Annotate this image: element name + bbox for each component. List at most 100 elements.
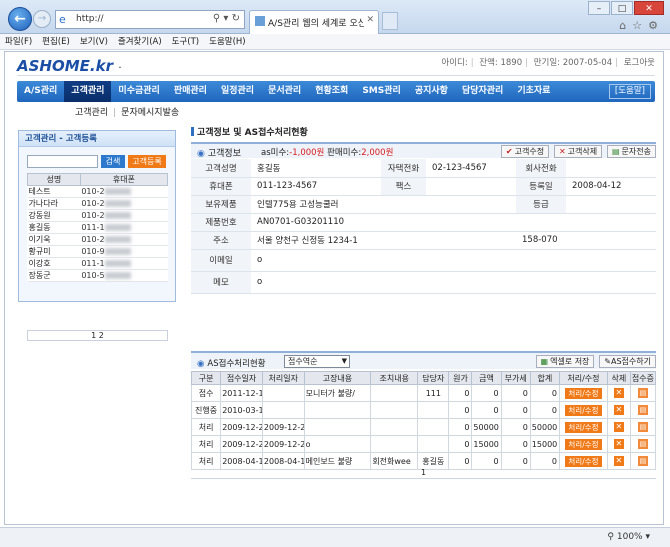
nav-customers[interactable]: 고객관리 xyxy=(64,81,112,102)
back-arrow-icon[interactable]: ← xyxy=(8,7,32,31)
table-row[interactable]: 처리 2009-12-29 2009-12-29 o 0 15000 0 150… xyxy=(190,435,657,453)
tab-close-icon[interactable]: ✕ xyxy=(366,15,374,25)
customer-name[interactable]: 홍길동 xyxy=(27,221,81,234)
excel-export-button[interactable]: ▦ 엑셀로 저장 xyxy=(535,355,595,368)
process-edit-button[interactable]: 처리/수정 xyxy=(565,387,602,399)
customer-name[interactable]: 황규미 xyxy=(27,245,81,258)
logout-link[interactable]: 로그아웃 xyxy=(624,58,655,68)
table-row[interactable]: 테스트 010-2 xyxy=(27,185,168,198)
as-receive-button[interactable]: ✎AS접수하기 xyxy=(599,355,656,368)
menu-tools[interactable]: 도구(T) xyxy=(167,34,204,50)
customer-search-input[interactable] xyxy=(27,155,98,168)
close-icon[interactable]: ✕ xyxy=(634,1,664,15)
product-label: 보유제품 xyxy=(191,195,251,214)
table-row[interactable]: 접수 2011-12-19 모니터가 불량/ 111 0 0 0 0 처리/수정… xyxy=(190,384,657,402)
customer-phone: 011-1 xyxy=(80,221,168,234)
nav-as[interactable]: A/S관리 xyxy=(17,81,64,102)
table-row[interactable]: 가나다라 010-2 xyxy=(27,197,168,210)
nav-sales[interactable]: 판매관리 xyxy=(167,81,214,102)
table-row[interactable]: 이강호 011-1 xyxy=(27,257,168,270)
delete-x-icon[interactable]: ✕ xyxy=(613,456,624,466)
nav-schedule[interactable]: 일정관리 xyxy=(214,81,261,102)
send-sms-button[interactable]: ▤ 문자전송 xyxy=(606,145,656,158)
row-type: 진행중 xyxy=(190,401,222,419)
print-receipt-icon[interactable]: ▤ xyxy=(637,405,648,415)
customer-name[interactable]: 강동원 xyxy=(27,209,81,222)
nav-base-data[interactable]: 기초자료 xyxy=(510,81,557,102)
process-edit-button[interactable]: 처리/수정 xyxy=(565,404,602,416)
search-refresh-icon[interactable]: ⚲ ▾ ↻ xyxy=(213,13,240,24)
forward-arrow-icon[interactable]: → xyxy=(33,10,51,28)
print-receipt-icon[interactable]: ▤ xyxy=(637,388,648,398)
sort-select[interactable]: 접수역순 ▼ xyxy=(284,355,350,368)
menu-favorites[interactable]: 즐겨찾기(A) xyxy=(113,34,167,50)
minimize-icon[interactable]: – xyxy=(588,1,610,15)
name-value: 홍길동 xyxy=(251,159,381,178)
zoom-level[interactable]: ⚲ 100% ▾ xyxy=(607,532,650,542)
as-pager[interactable]: 1 xyxy=(191,468,656,479)
delete-customer-button[interactable]: ✕ 고객삭제 xyxy=(553,145,603,158)
customer-pager[interactable]: 1 2 xyxy=(27,330,168,341)
print-receipt-icon[interactable]: ▤ xyxy=(637,422,648,432)
table-row[interactable]: 홍길동 011-1 xyxy=(27,221,168,234)
browser-tab[interactable]: A/S관리 웹의 세계로 오신 ... ✕ xyxy=(249,10,379,34)
section-title: 고객정보 및 AS접수처리현황 xyxy=(191,125,308,138)
row-cost: 0 xyxy=(448,452,473,470)
col-done-date: 처리일자 xyxy=(261,371,305,385)
col-cost: 원가 xyxy=(448,371,473,385)
menu-view[interactable]: 보기(V) xyxy=(75,34,113,50)
home-star-gear-icons[interactable]: ⌂☆⚙ xyxy=(619,19,664,32)
print-receipt-icon[interactable]: ▤ xyxy=(637,439,648,449)
maximize-icon[interactable]: □ xyxy=(611,1,633,15)
subnav-sms-send[interactable]: 문자메시지발송 xyxy=(121,108,179,118)
table-row[interactable]: 진행중 2010-03-16 0 0 0 0 처리/수정 ✕ ▤ xyxy=(190,401,657,419)
edit-customer-button[interactable]: ✔ 고객수정 xyxy=(500,145,550,158)
nav-staff[interactable]: 담당자관리 xyxy=(455,81,510,102)
process-edit-button[interactable]: 처리/수정 xyxy=(565,421,602,433)
customer-name[interactable]: 이강호 xyxy=(27,257,81,270)
menu-help[interactable]: 도움말(H) xyxy=(204,34,250,50)
nav-status[interactable]: 현황조회 xyxy=(308,81,355,102)
table-row[interactable]: 이기욱 010-2 xyxy=(27,233,168,246)
customer-name[interactable]: 테스트 xyxy=(27,185,81,198)
nav-sms[interactable]: SMS관리 xyxy=(355,81,407,102)
process-edit-button[interactable]: 처리/수정 xyxy=(565,438,602,450)
table-row[interactable]: 처리 2009-12-29 2009-12-29 0 50000 0 50000… xyxy=(190,418,657,436)
customer-phone: 010-9 xyxy=(80,245,168,258)
table-row[interactable]: 처리 2008-04-12 2008-04-12 메인보드 불량 회전화wee … xyxy=(190,452,657,470)
delete-x-icon[interactable]: ✕ xyxy=(613,439,624,449)
col-amount: 금액 xyxy=(471,371,502,385)
delete-x-icon[interactable]: ✕ xyxy=(613,422,624,432)
mobile-label: 휴대폰 xyxy=(191,177,251,196)
table-row[interactable]: 장동군 010-5 xyxy=(27,269,168,282)
row-vat: 0 xyxy=(500,435,531,453)
nav-documents[interactable]: 문서관리 xyxy=(261,81,308,102)
customer-name[interactable]: 가나다라 xyxy=(27,197,81,210)
delete-x-icon[interactable]: ✕ xyxy=(613,405,624,415)
delete-x-icon[interactable]: ✕ xyxy=(613,388,624,398)
print-receipt-icon[interactable]: ▤ xyxy=(637,456,648,466)
table-row[interactable]: 강동원 010-2 xyxy=(27,209,168,222)
row-vat: 0 xyxy=(500,384,531,402)
menu-file[interactable]: 파일(F) xyxy=(0,34,37,50)
row-amount: 0 xyxy=(471,452,502,470)
row-type: 처리 xyxy=(190,452,222,470)
subnav-customers[interactable]: 고객관리 xyxy=(75,108,108,118)
row-delete-cell: ✕ xyxy=(606,401,631,419)
nav-notice[interactable]: 공지사항 xyxy=(408,81,455,102)
table-row[interactable]: 황규미 010-9 xyxy=(27,245,168,258)
search-button[interactable]: 검색 xyxy=(101,155,125,168)
customer-name[interactable]: 장동군 xyxy=(27,269,81,282)
register-customer-button[interactable]: 고객등록 xyxy=(128,155,166,168)
address-bar[interactable]: e http:// ⚲ ▾ ↻ xyxy=(55,10,245,29)
row-vat: 0 xyxy=(500,452,531,470)
site-logo[interactable]: ASHOME.kr · xyxy=(17,57,122,75)
process-edit-button[interactable]: 처리/수정 xyxy=(565,455,602,467)
help-button[interactable]: [도움말] xyxy=(608,84,651,99)
browser-chrome: ← → e http:// ⚲ ▾ ↻ A/S관리 웹의 세계로 오신 ... … xyxy=(0,0,670,34)
col-name: 성명 xyxy=(27,173,81,186)
new-tab-button[interactable] xyxy=(382,12,398,30)
nav-receivables[interactable]: 미수금관리 xyxy=(111,81,166,102)
customer-name[interactable]: 이기욱 xyxy=(27,233,81,246)
menu-edit[interactable]: 편집(E) xyxy=(37,34,75,50)
